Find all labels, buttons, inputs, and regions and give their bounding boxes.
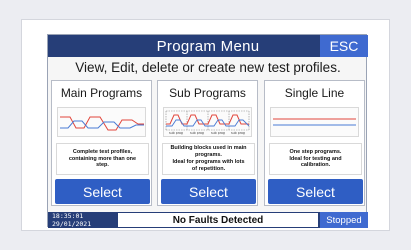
panel-description: One step programs. Ideal for testing and… bbox=[269, 143, 362, 175]
status-bar: 18:35:01 29/01/2021 No Faults Detected S… bbox=[48, 212, 368, 228]
header-bar: Program Menu ESC bbox=[48, 35, 368, 57]
sub-programs-panel: Sub Programs sub prog sub prog sub prog … bbox=[157, 80, 258, 206]
panel-description: Complete test profiles, containing more … bbox=[56, 143, 149, 175]
svg-text:sub prog: sub prog bbox=[211, 131, 225, 135]
fault-status: No Faults Detected bbox=[118, 213, 318, 227]
main-programs-graph-icon bbox=[57, 107, 146, 137]
esc-button[interactable]: ESC bbox=[320, 35, 368, 57]
panel-title: Single Line bbox=[284, 86, 345, 100]
clock: 18:35:01 29/01/2021 bbox=[52, 212, 114, 228]
select-main-programs-button[interactable]: Select bbox=[55, 179, 150, 204]
single-line-panel: Single Line One step programs. Ideal for… bbox=[264, 80, 365, 206]
page-subtitle: View, Edit, delete or create new test pr… bbox=[75, 60, 341, 75]
page-title: Program Menu bbox=[156, 37, 260, 55]
panel-title: Main Programs bbox=[60, 86, 143, 100]
program-menu-screen: Program Menu ESC View, Edit, delete or c… bbox=[47, 34, 368, 228]
sub-programs-graph-icon: sub prog sub prog sub prog sub prog bbox=[163, 107, 252, 137]
date-display: 29/01/2021 bbox=[52, 219, 92, 228]
main-programs-panel: Main Programs Complete test profiles, co… bbox=[51, 80, 152, 206]
svg-text:sub prog: sub prog bbox=[169, 131, 183, 135]
panel-description: Building blocks used in main programs. I… bbox=[162, 143, 255, 175]
single-line-graph-icon bbox=[270, 107, 359, 137]
select-sub-programs-button[interactable]: Select bbox=[161, 179, 256, 204]
select-single-line-button[interactable]: Select bbox=[268, 179, 363, 204]
svg-text:sub prog: sub prog bbox=[190, 131, 204, 135]
panel-title: Sub Programs bbox=[169, 86, 246, 100]
svg-text:sub prog: sub prog bbox=[231, 131, 245, 135]
run-state-badge: Stopped bbox=[320, 212, 368, 228]
